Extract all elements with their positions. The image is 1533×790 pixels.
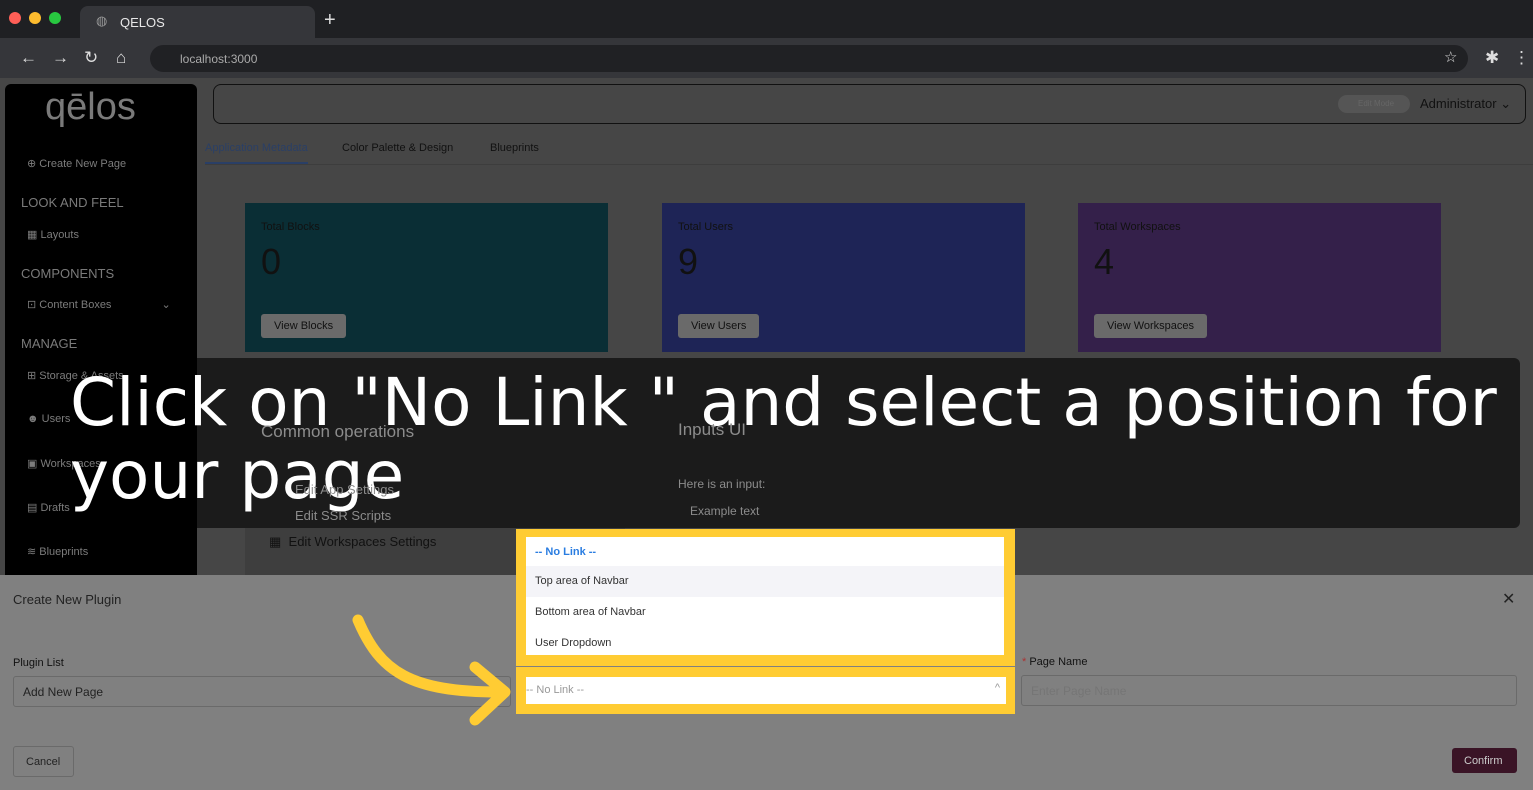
plugin-list-label: Plugin List xyxy=(13,657,64,669)
close-icon[interactable]: ✕ xyxy=(1502,589,1515,609)
tab-color-palette[interactable]: Color Palette & Design xyxy=(342,142,453,154)
address-bar[interactable]: localhost:3000 xyxy=(150,45,1468,72)
edit-app-settings[interactable]: Edit App Settings xyxy=(295,482,394,497)
user-menu[interactable]: Administrator ⌄ xyxy=(1420,96,1511,112)
close-window-button[interactable] xyxy=(9,12,21,24)
view-workspaces-button[interactable]: View Workspaces xyxy=(1094,314,1208,338)
chevron-up-icon: ^ xyxy=(994,682,1000,694)
page-name-input[interactable] xyxy=(1021,675,1517,706)
edit-ssr-scripts[interactable]: Edit SSR Scripts xyxy=(295,508,391,523)
link-position-select[interactable]: -- No Link -- ^ xyxy=(526,677,1006,704)
edit-mode-toggle[interactable]: Edit Mode xyxy=(1338,95,1410,113)
inputs-ui-title: Inputs UI xyxy=(678,420,747,439)
new-tab-button[interactable]: + xyxy=(324,9,336,32)
top-header: Edit Mode Administrator ⌄ xyxy=(213,84,1526,124)
sidebar-create-page[interactable]: ⊕ Create New Page xyxy=(27,157,126,170)
example-input[interactable]: Example text xyxy=(690,504,759,518)
confirm-button[interactable]: Confirm xyxy=(1452,748,1517,773)
page-name-label: Page Name xyxy=(1029,656,1088,668)
bookmark-star-icon[interactable]: ☆ xyxy=(1444,48,1457,66)
edit-workspaces-settings[interactable]: ▦ Edit Workspaces Settings xyxy=(269,534,436,550)
sidebar-item-layouts[interactable]: ▦ Layouts xyxy=(27,228,79,241)
card-total-workspaces: Total Workspaces 4 View Workspaces xyxy=(1078,203,1441,352)
select-highlight: -- No Link -- ^ xyxy=(516,667,1015,714)
tab-blueprints[interactable]: Blueprints xyxy=(490,142,539,154)
cancel-button[interactable]: Cancel xyxy=(13,746,74,777)
tab-application-metadata[interactable]: Application Metadata xyxy=(205,142,308,164)
dialog-title: Create New Plugin xyxy=(13,592,122,607)
curved-arrow-icon xyxy=(352,614,511,726)
input-label: Here is an input: xyxy=(678,477,766,491)
option-bottom-navbar[interactable]: Bottom area of Navbar xyxy=(526,597,1004,628)
home-icon[interactable]: ⌂ xyxy=(116,48,126,68)
back-icon[interactable]: ← xyxy=(20,48,37,68)
url-text: localhost:3000 xyxy=(180,52,258,66)
section-components: COMPONENTS xyxy=(21,266,115,281)
browser-tab[interactable]: ◍ QELOS xyxy=(80,6,315,38)
sidebar-item-content-boxes[interactable]: ⊡ Content Boxes ⌄ xyxy=(27,298,171,311)
section-manage: MANAGE xyxy=(21,336,78,351)
option-user-dropdown[interactable]: User Dropdown xyxy=(526,628,1004,655)
card-total-users: Total Users 9 View Users xyxy=(662,203,1025,352)
sidebar-item-blueprints[interactable]: ≋ Blueprints xyxy=(27,545,88,558)
maximize-window-button[interactable] xyxy=(49,12,61,24)
tab-title: QELOS xyxy=(120,15,165,30)
card-total-blocks: Total Blocks 0 View Blocks xyxy=(245,203,608,352)
chevron-down-icon: ⌄ xyxy=(161,299,171,311)
common-operations-title: Common operations xyxy=(261,422,415,441)
logo: qēlos xyxy=(45,86,136,128)
reload-icon[interactable]: ↻ xyxy=(84,48,98,68)
globe-icon: ◍ xyxy=(96,13,108,28)
minimize-window-button[interactable] xyxy=(29,12,41,24)
view-blocks-button[interactable]: View Blocks xyxy=(261,314,347,338)
option-top-navbar[interactable]: Top area of Navbar xyxy=(526,566,1004,597)
view-users-button[interactable]: View Users xyxy=(678,314,760,338)
option-no-link[interactable]: -- No Link -- xyxy=(526,537,1004,568)
forward-icon[interactable]: → xyxy=(52,48,69,68)
menu-icon[interactable]: ⋮ xyxy=(1513,48,1530,68)
building-icon: ▦ xyxy=(269,534,282,549)
link-position-dropdown: -- No Link -- Top area of Navbar Bottom … xyxy=(526,537,1004,655)
sidebar-item-drafts[interactable]: ▤ Drafts xyxy=(27,501,70,514)
section-look-and-feel: LOOK AND FEEL xyxy=(21,195,124,210)
extensions-icon[interactable]: ✱ xyxy=(1485,48,1499,68)
dropdown-highlight: -- No Link -- Top area of Navbar Bottom … xyxy=(516,529,1015,666)
sidebar-item-users[interactable]: ☻ Users xyxy=(27,413,70,425)
